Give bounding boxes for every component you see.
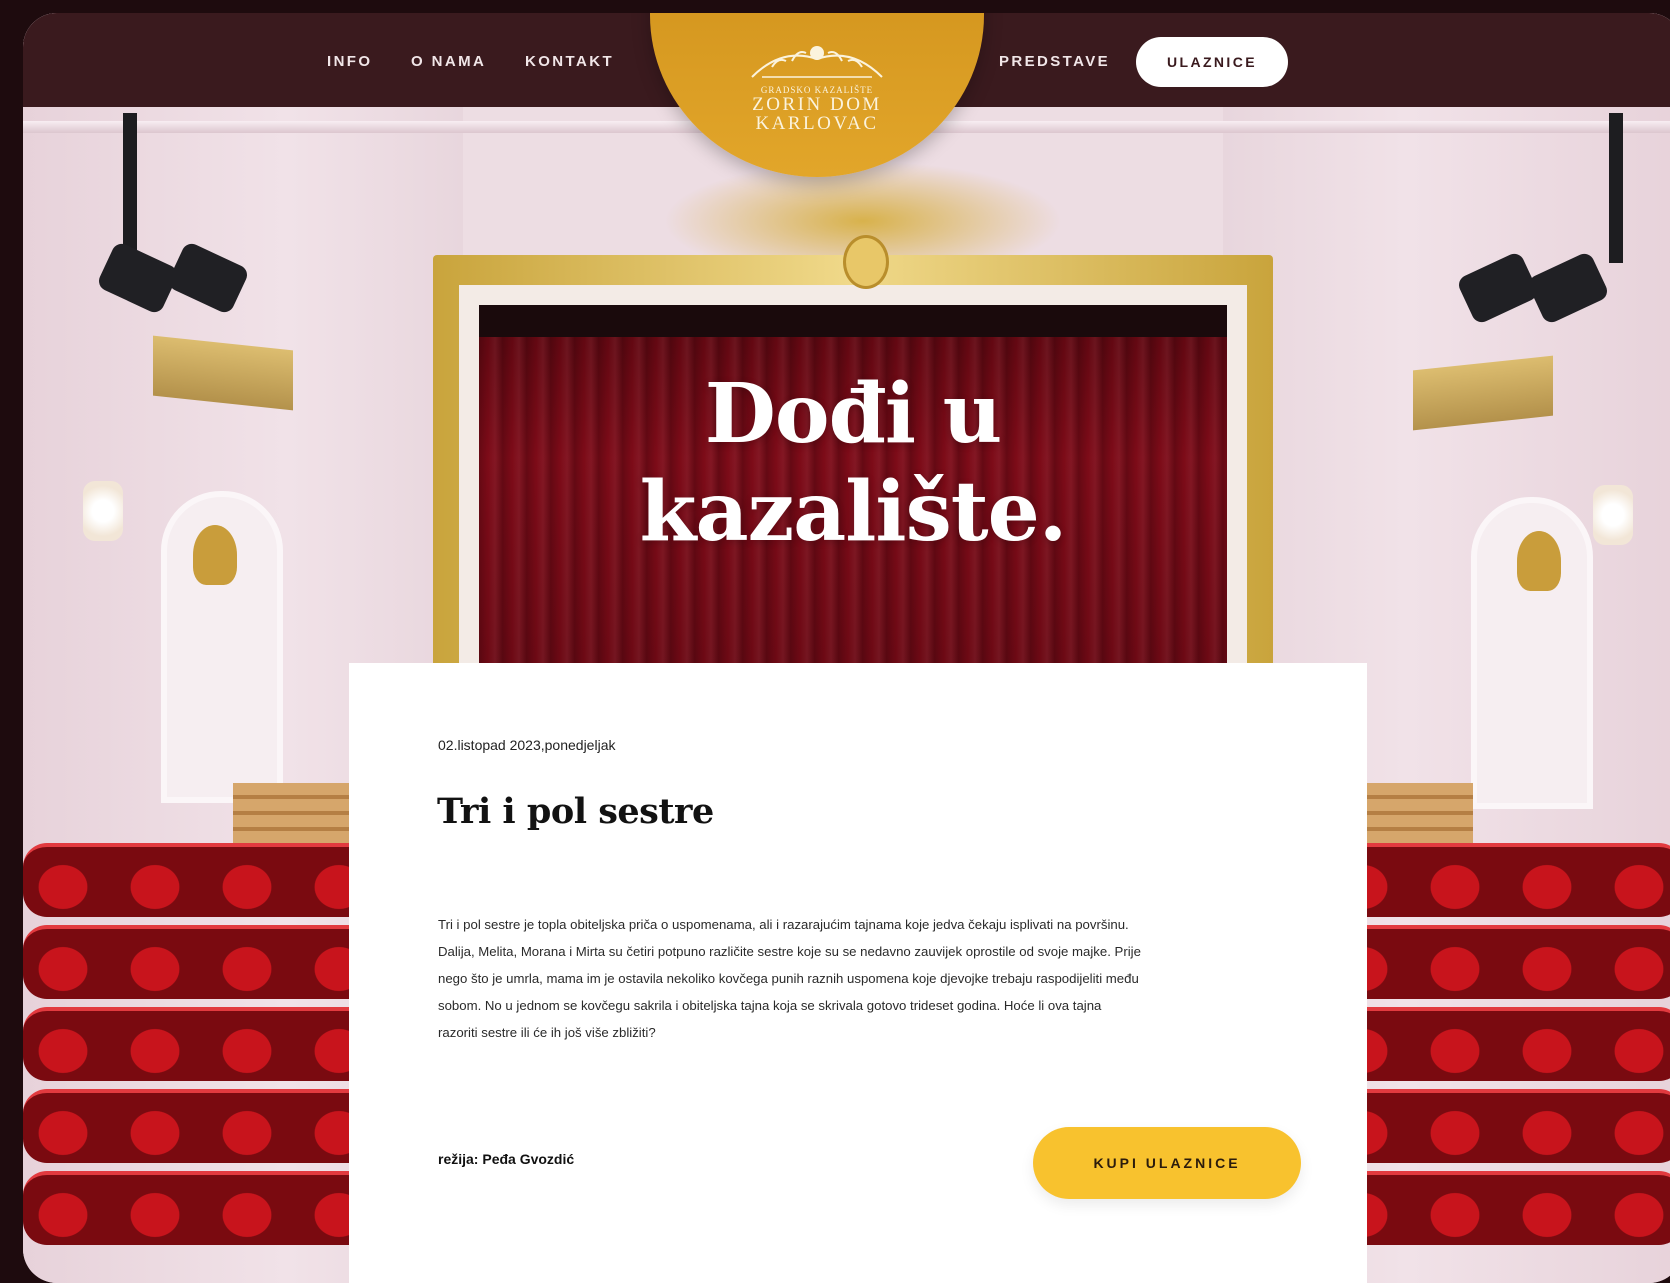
nav-link-o-nama[interactable]: O NAMA (411, 53, 486, 70)
logo[interactable]: GRADSKO KAZALIŠTE ZORIN DOM KARLOVAC (650, 37, 984, 133)
description-line: sobom. No u jednom se kovčegu sakrila i … (438, 998, 1102, 1013)
seat-row (1323, 1007, 1670, 1081)
seat-row (1323, 1171, 1670, 1245)
light-pole-left (123, 113, 137, 263)
wall-lamp (83, 481, 123, 541)
seat-row (23, 1171, 373, 1245)
nav-link-info[interactable]: INFO (327, 53, 372, 70)
seat-row (1323, 925, 1670, 999)
event-card: 02.listopad 2023,ponedjeljak Tri i pol s… (349, 663, 1367, 1283)
seats-left (23, 843, 373, 1283)
bust-statue (1517, 531, 1561, 591)
seats-right (1323, 843, 1670, 1283)
wall-lamp (1593, 485, 1633, 545)
laurel-ornament-icon (751, 46, 883, 78)
nav-link-predstave[interactable]: PREDSTAVE (999, 53, 1110, 70)
seat-row (23, 925, 373, 999)
seat-row (23, 1089, 373, 1163)
event-title: Tri i pol sestre (437, 791, 714, 832)
hero-heading: Dođi u kazalište. (523, 365, 1183, 561)
description-line: Dalija, Melita, Morana i Mirta su četiri… (438, 944, 1141, 959)
seat-row (1323, 843, 1670, 917)
browser-frame: INFO O NAMA KONTAKT PREDSTAVE ULAZNICE G… (23, 13, 1670, 1283)
seat-row (23, 1007, 373, 1081)
logo-name-line2: KARLOVAC (755, 113, 879, 134)
light-pole-right (1609, 113, 1623, 263)
description-line: razoriti sestre ili će ih još više zbliž… (438, 1025, 656, 1040)
stage-rigging (479, 305, 1227, 337)
logo-name-line1: ZORIN DOM (752, 94, 882, 115)
event-description: Tri i pol sestre je topla obiteljska pri… (438, 911, 1288, 1046)
event-director: režija: Peđa Gvozdić (438, 1151, 575, 1167)
description-line: nego što je umrla, mama im je ostavila n… (438, 971, 1139, 986)
tickets-button[interactable]: ULAZNICE (1136, 37, 1288, 87)
hero-heading-line2: kazalište. (639, 464, 1068, 560)
seat-row (23, 843, 373, 917)
nav-link-kontakt[interactable]: KONTAKT (525, 53, 614, 70)
bust-statue (193, 525, 237, 585)
seat-row (1323, 1089, 1670, 1163)
event-date: 02.listopad 2023,ponedjeljak (438, 737, 616, 753)
description-line: Tri i pol sestre je topla obiteljska pri… (438, 917, 1129, 932)
crest-medallion (843, 235, 889, 289)
buy-tickets-button[interactable]: KUPI ULAZNICE (1033, 1127, 1301, 1199)
hero-heading-line1: Dođi u (704, 366, 1002, 462)
